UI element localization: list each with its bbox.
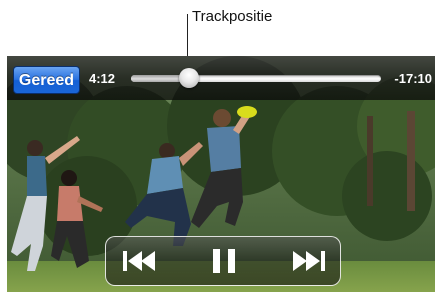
- previous-track-button[interactable]: [116, 243, 162, 279]
- remaining-time: -17:10: [394, 71, 432, 86]
- done-button[interactable]: Gereed: [13, 66, 80, 94]
- next-track-icon: [293, 251, 325, 271]
- pause-icon: [213, 249, 235, 273]
- transport-controls: [105, 236, 341, 286]
- next-track-button[interactable]: [286, 243, 332, 279]
- track-position-slider[interactable]: [131, 68, 381, 88]
- previous-track-icon: [123, 251, 155, 271]
- elapsed-time: 4:12: [89, 71, 116, 86]
- top-control-bar: Gereed 4:12 -17:10: [7, 56, 435, 100]
- track-position-thumb[interactable]: [178, 68, 199, 88]
- pause-button[interactable]: [201, 243, 247, 279]
- video-view[interactable]: Gereed 4:12 -17:10: [7, 56, 435, 292]
- page: Trackpositie Gereed 4:12 -17:10: [0, 0, 435, 292]
- callout-label: Trackpositie: [192, 8, 273, 25]
